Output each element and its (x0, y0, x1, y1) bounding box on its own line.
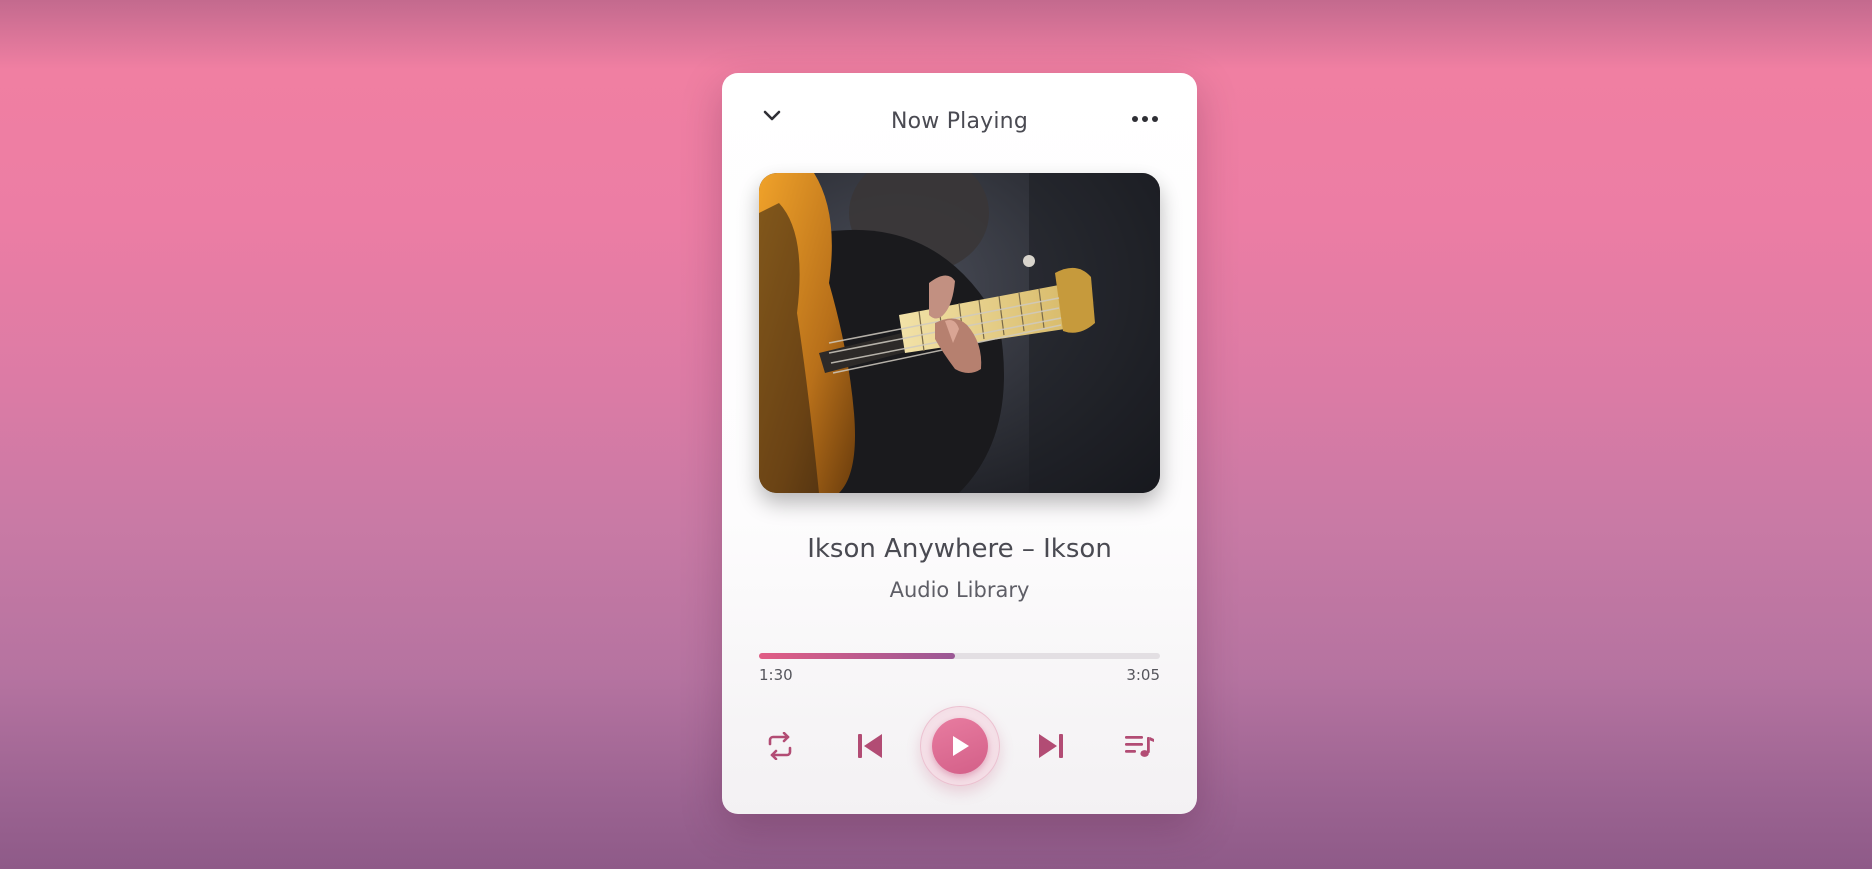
skip-next-icon (1039, 734, 1063, 758)
total-time: 3:05 (1126, 666, 1160, 684)
more-options-button[interactable] (1129, 110, 1161, 128)
progress-bar[interactable] (759, 653, 1160, 659)
progress-fill (759, 653, 956, 659)
music-player-card: Now Playing Ikson Anywhere – Ikson Audio… (722, 73, 1197, 814)
repeat-icon (768, 732, 792, 760)
playlist-button[interactable] (1119, 726, 1159, 766)
previous-button[interactable] (850, 726, 890, 766)
song-title: Ikson Anywhere – Ikson (807, 534, 1112, 564)
next-button[interactable] (1031, 726, 1071, 766)
playlist-icon (1125, 736, 1154, 757)
play-button[interactable] (932, 718, 988, 774)
repeat-button[interactable] (760, 726, 800, 766)
play-icon (953, 736, 969, 756)
elapsed-time: 1:30 (759, 666, 793, 684)
artist-name: Audio Library (889, 578, 1030, 602)
play-button-ring[interactable] (920, 706, 1000, 786)
skip-previous-icon (858, 734, 882, 758)
page-title: Now Playing (890, 109, 1028, 134)
more-horizontal-icon (1132, 116, 1158, 122)
album-art (759, 173, 1160, 493)
